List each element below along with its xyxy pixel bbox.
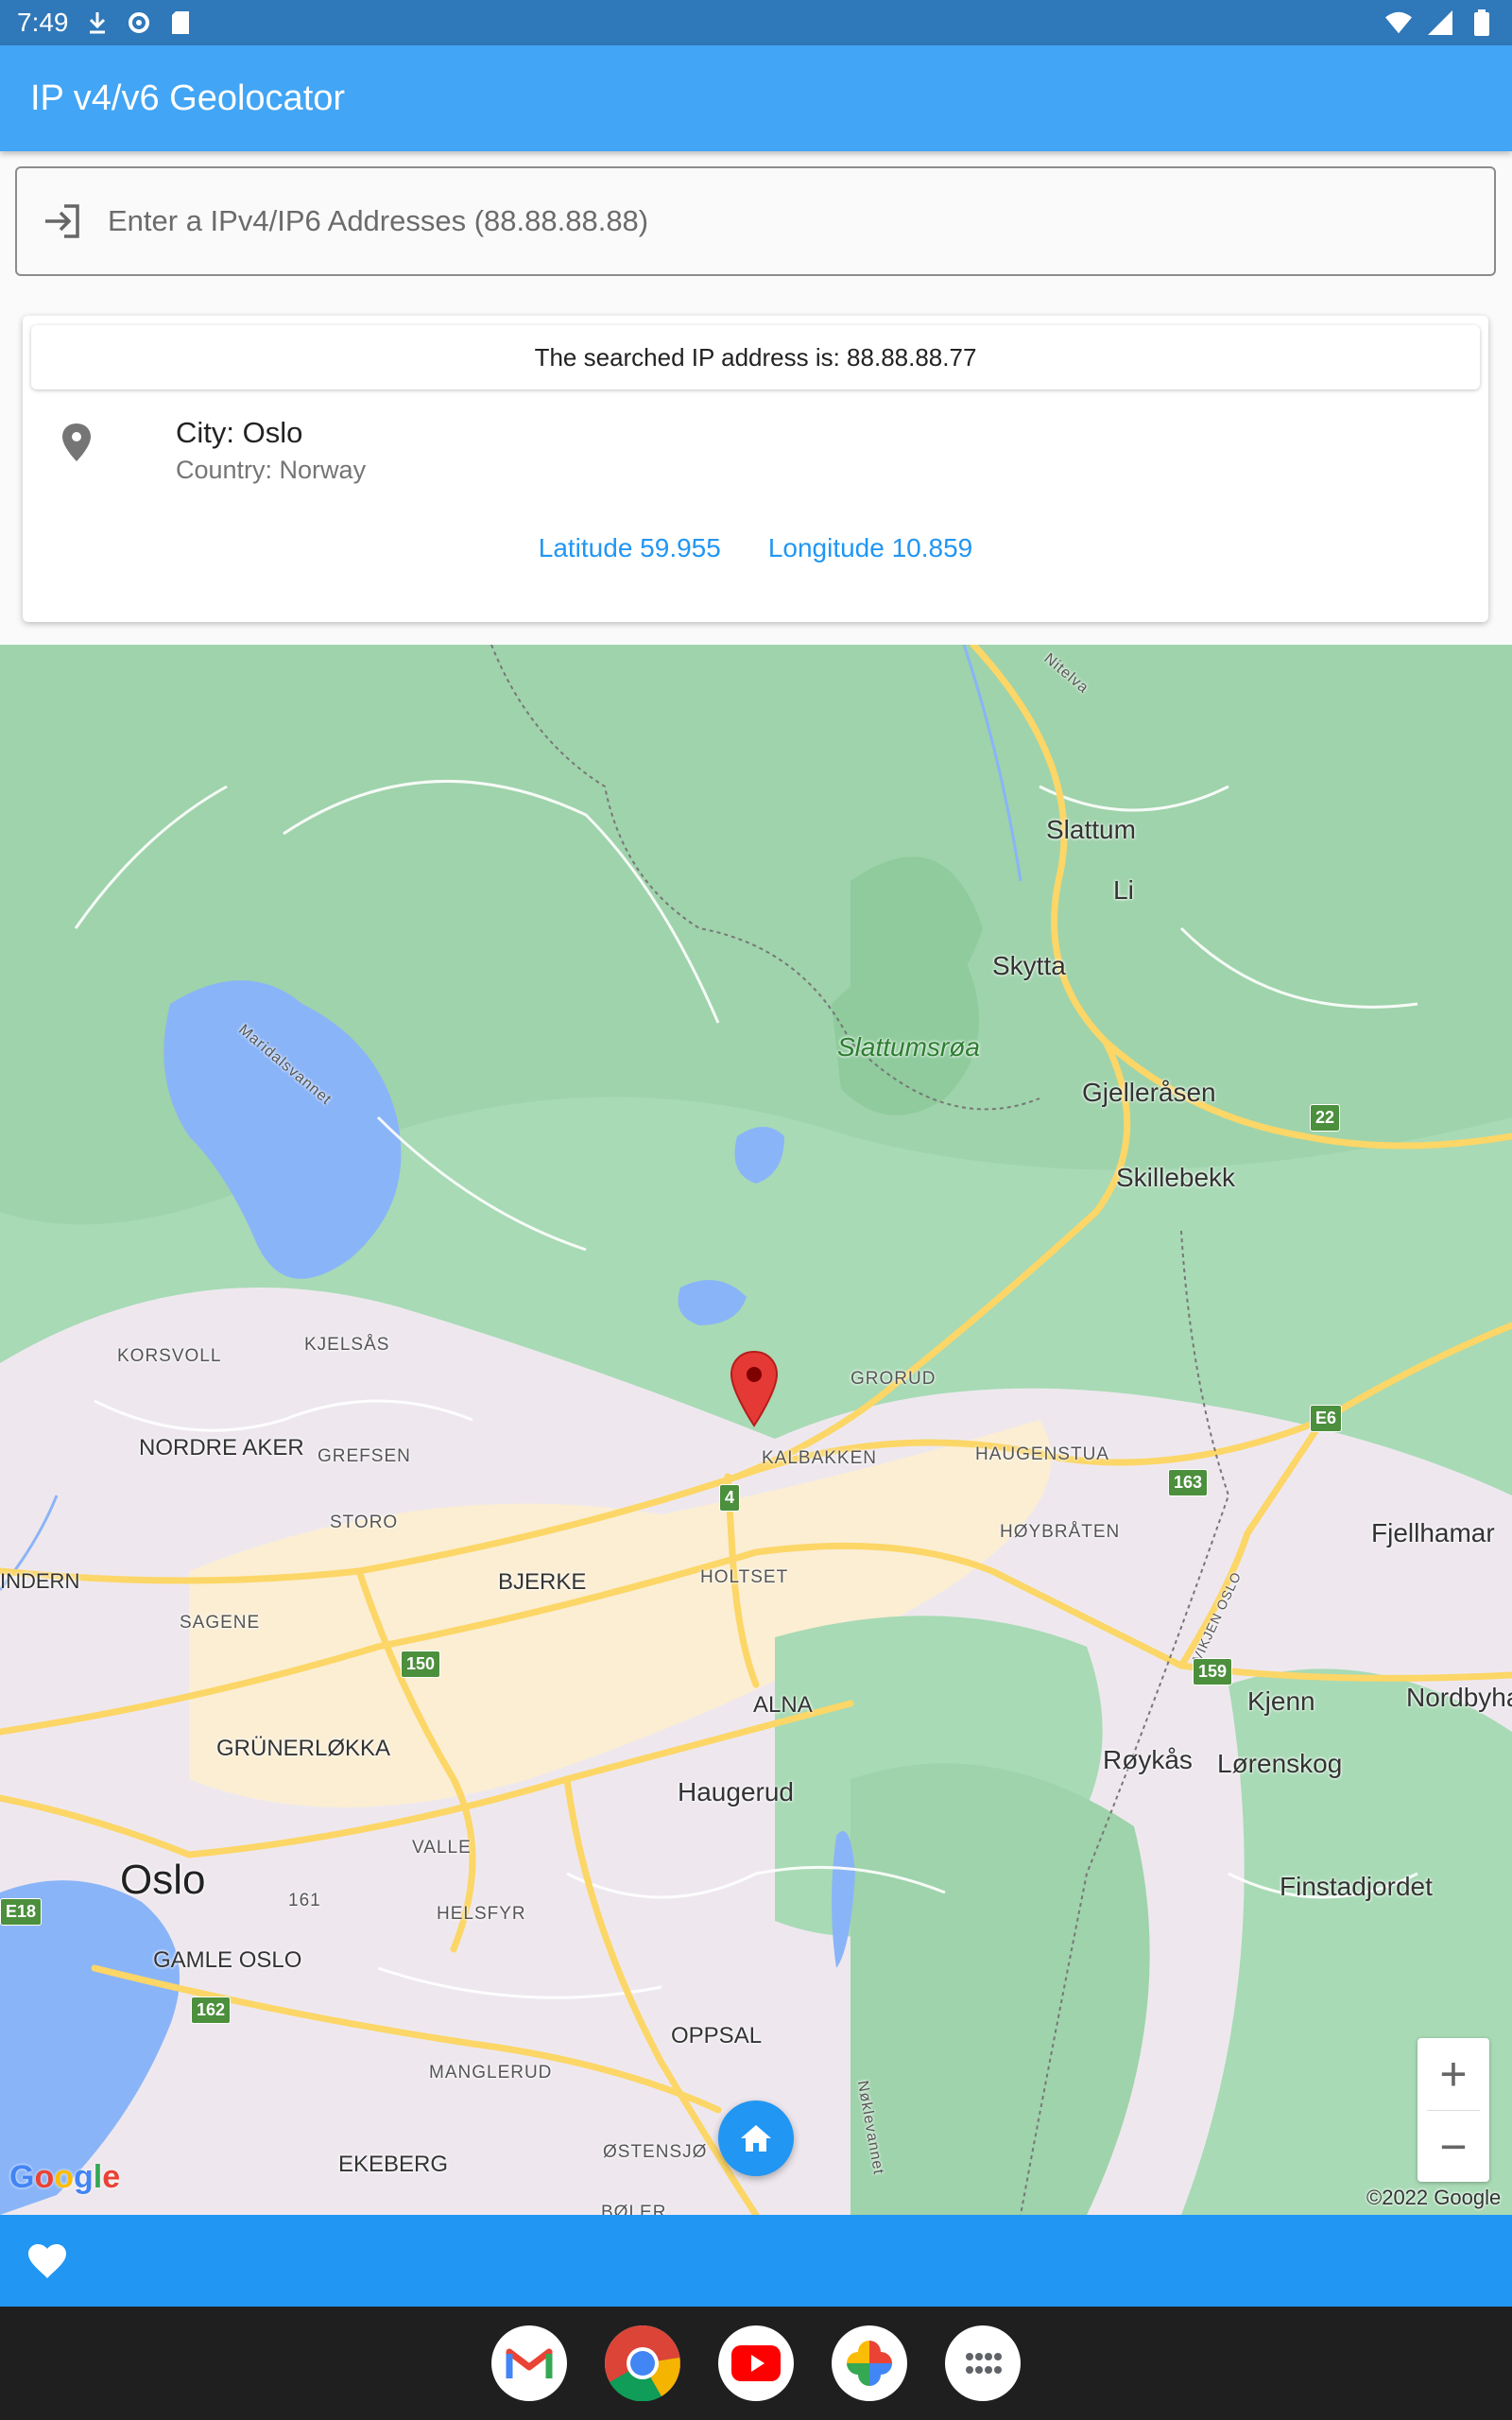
zoom-control: + − xyxy=(1418,2038,1489,2182)
map-label-haugerud: Haugerud xyxy=(678,1777,794,1806)
map-label-finstadjordet: Finstadjordet xyxy=(1280,1872,1433,1901)
map-label-gamle-oslo: GAMLE OSLO xyxy=(153,1947,302,1973)
app-bar: IP v4/v6 Geolocator xyxy=(0,45,1512,151)
google-logo-g: G xyxy=(9,2159,35,2195)
chrome-app-icon[interactable] xyxy=(605,2325,680,2401)
map-label-slattumsroa: Slattumsrøa xyxy=(837,1032,980,1062)
bottom-bar xyxy=(0,2215,1512,2307)
location-pin-icon xyxy=(62,424,91,461)
map-label-161: 161 xyxy=(288,1891,321,1910)
google-logo-o1: o xyxy=(34,2159,55,2195)
photos-app-icon[interactable] xyxy=(832,2325,907,2401)
map-label-grunerlokka: GRÜNERLØKKA xyxy=(216,1736,391,1761)
zoom-out-button[interactable]: − xyxy=(1418,2111,1489,2183)
map-background xyxy=(0,645,1512,2215)
map-label-alna: ALNA xyxy=(753,1692,813,1718)
road-shield-22: 22 xyxy=(1310,1104,1341,1132)
map-label-grorud: GRORUD xyxy=(850,1369,936,1389)
map-label-hoybraten: HØYBRÅTEN xyxy=(1000,1522,1121,1542)
google-logo-e: e xyxy=(102,2159,121,2195)
map-label-gjellerasen: Gjelleråsen xyxy=(1082,1078,1216,1107)
map-label-li: Li xyxy=(1113,875,1134,905)
login-icon xyxy=(45,204,79,238)
youtube-app-icon[interactable] xyxy=(718,2325,794,2401)
longitude-button[interactable]: Longitude 10.859 xyxy=(768,533,972,563)
google-logo-l: l xyxy=(93,2159,103,2195)
status-bar: 7:49 xyxy=(0,0,1512,45)
signal-icon xyxy=(1427,9,1453,36)
map-label-valle: VALLE xyxy=(412,1838,472,1858)
gmail-app-icon[interactable] xyxy=(491,2325,567,2401)
map-label-nordbyhagen: Nordbyha xyxy=(1406,1683,1512,1712)
map-label-haugenstua: HAUGENSTUA xyxy=(975,1444,1109,1464)
map-label-lorenskog: Lørenskog xyxy=(1217,1749,1343,1778)
map-label-boler: BØLER xyxy=(601,2203,667,2215)
system-dock xyxy=(0,2307,1512,2420)
road-shield-159: 159 xyxy=(1193,1658,1233,1685)
app-drawer-icon[interactable] xyxy=(945,2325,1021,2401)
road-shield-163: 163 xyxy=(1168,1469,1209,1496)
map-label-kjelsas: KJELSÅS xyxy=(304,1335,390,1355)
map-label-manglerud: MANGLERUD xyxy=(429,2063,553,2083)
status-time: 7:49 xyxy=(17,8,69,37)
result-card: The searched IP address is: 88.88.88.77 … xyxy=(23,316,1488,622)
zoom-in-button[interactable]: + xyxy=(1418,2038,1489,2110)
favorite-heart-icon[interactable] xyxy=(26,2242,68,2280)
latitude-button[interactable]: Latitude 59.955 xyxy=(539,533,721,563)
map-label-helsfyr: HELSFYR xyxy=(437,1904,526,1924)
map-label-roykas: Røykås xyxy=(1103,1745,1193,1774)
searched-ip-banner: The searched IP address is: 88.88.88.77 xyxy=(31,325,1480,389)
road-shield-150: 150 xyxy=(401,1651,441,1678)
location-row: City: Oslo Country: Norway xyxy=(57,416,366,485)
wifi-icon xyxy=(1385,9,1412,36)
ip-search-field[interactable] xyxy=(15,166,1496,276)
road-shield-e18: E18 xyxy=(0,1898,43,1926)
searched-ip-text: The searched IP address is: 88.88.88.77 xyxy=(534,342,977,372)
map-label-skillebekk: Skillebekk xyxy=(1116,1163,1236,1192)
home-button[interactable] xyxy=(718,2100,794,2176)
map-label-ostensjo: ØSTENSJØ xyxy=(603,2142,708,2162)
map-label-storo: STORO xyxy=(330,1512,399,1532)
map-label-holtset: HOLTSET xyxy=(700,1567,789,1587)
map-label-oppsal: OPPSAL xyxy=(671,2023,763,2048)
road-shield-e6: E6 xyxy=(1310,1405,1343,1432)
ip-search-input[interactable] xyxy=(106,203,1494,239)
city-text: City: Oslo xyxy=(176,416,303,449)
map-label-sagene: SAGENE xyxy=(180,1613,261,1633)
map-label-slattum: Slattum xyxy=(1046,815,1136,844)
map-label-oslo: Oslo xyxy=(120,1857,206,1903)
map-label-bjerke: BJERKE xyxy=(498,1569,587,1595)
coordinates-row: Latitude 59.955 Longitude 10.859 xyxy=(23,533,1488,563)
google-logo-g2: g xyxy=(74,2159,94,2195)
road-shield-162: 162 xyxy=(191,1996,232,2024)
map-copyright: ©2022 Google xyxy=(1366,2186,1502,2209)
battery-icon xyxy=(1469,9,1495,36)
map-label-nordre-aker: NORDRE AKER xyxy=(139,1435,304,1461)
map-label-ekeberg: EKEBERG xyxy=(338,2152,449,2177)
location-marker-icon[interactable] xyxy=(729,1350,780,1427)
map-label-kjenn: Kjenn xyxy=(1247,1686,1315,1716)
app-title: IP v4/v6 Geolocator xyxy=(30,78,346,118)
map-label-grefsen: GREFSEN xyxy=(318,1446,411,1466)
map-label-korsvoll: KORSVOLL xyxy=(117,1346,222,1366)
map-label-indern: INDERN xyxy=(0,1569,80,1593)
home-icon xyxy=(741,2125,771,2152)
settings-icon xyxy=(126,9,152,36)
country-text: Country: Norway xyxy=(176,456,367,484)
map-view[interactable]: Slattum Li Skytta Slattumsrøa Gjelleråse… xyxy=(0,645,1512,2215)
sd-card-icon xyxy=(167,9,194,36)
road-shield-4: 4 xyxy=(719,1484,741,1512)
google-logo-o2: o xyxy=(54,2159,75,2195)
download-icon xyxy=(84,9,111,36)
google-logo: Google xyxy=(9,2159,120,2196)
map-label-skytta: Skytta xyxy=(992,951,1066,980)
map-label-fjellhamar: Fjellhamar xyxy=(1371,1518,1495,1547)
map-label-kalbakken: KALBAKKEN xyxy=(762,1448,877,1468)
